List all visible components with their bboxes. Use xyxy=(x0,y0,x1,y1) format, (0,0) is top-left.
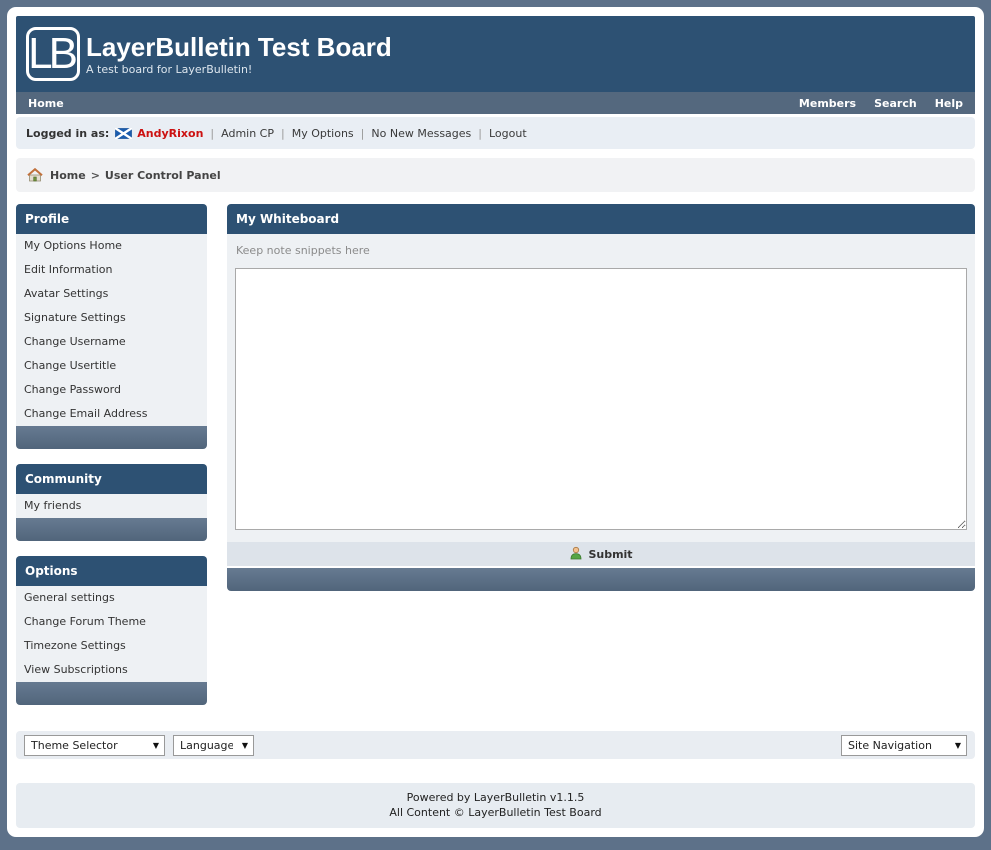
sidebar-item-my-options-home[interactable]: My Options Home xyxy=(16,234,207,258)
language-selector-wrap: Language ▼ xyxy=(173,735,254,756)
sidebar-item-change-usertitle[interactable]: Change Usertitle xyxy=(16,354,207,378)
home-icon xyxy=(27,168,43,182)
sidebar-item-change-password[interactable]: Change Password xyxy=(16,378,207,402)
language-dropdown[interactable]: Language xyxy=(174,736,253,755)
breadcrumb: Home > User Control Panel xyxy=(16,158,975,192)
section-footer-bar xyxy=(16,518,207,541)
site-navigation-wrap: Site Navigation ▼ xyxy=(841,735,967,756)
section-title-options: Options xyxy=(16,556,207,586)
sidebar-section-community: Community My friends xyxy=(16,464,207,541)
logout-link[interactable]: Logout xyxy=(489,127,527,140)
nav-right-group: Members Search Help xyxy=(799,97,963,110)
user-submit-icon xyxy=(569,546,583,563)
sidebar-item-change-username[interactable]: Change Username xyxy=(16,330,207,354)
site-navigation-dropdown[interactable]: Site Navigation xyxy=(842,736,966,755)
logged-in-label: Logged in as: xyxy=(26,127,109,140)
separator: | xyxy=(361,127,365,140)
site-footer: Powered by LayerBulletin v1.1.5 All Cont… xyxy=(16,783,975,828)
page-container: LB LayerBulletin Test Board A test board… xyxy=(7,7,984,837)
sidebar-item-my-friends[interactable]: My friends xyxy=(16,494,207,518)
site-title: LayerBulletin Test Board xyxy=(86,33,392,61)
section-footer-bar xyxy=(16,682,207,705)
messages-link[interactable]: No New Messages xyxy=(371,127,471,140)
separator: | xyxy=(478,127,482,140)
breadcrumb-separator: > xyxy=(91,169,100,182)
whiteboard-textarea[interactable] xyxy=(235,268,967,530)
site-header: LB LayerBulletin Test Board A test board… xyxy=(16,16,975,92)
sidebar-item-view-subscriptions[interactable]: View Subscriptions xyxy=(16,658,207,682)
section-body: General settings Change Forum Theme Time… xyxy=(16,586,207,682)
panel-footer-bar xyxy=(227,568,975,591)
sidebar-item-signature-settings[interactable]: Signature Settings xyxy=(16,306,207,330)
bottom-toolbar: Theme Selector ▼ Language ▼ Site Navigat… xyxy=(16,731,975,759)
admin-cp-link[interactable]: Admin CP xyxy=(221,127,274,140)
nav-members[interactable]: Members xyxy=(799,97,856,110)
sidebar-item-edit-information[interactable]: Edit Information xyxy=(16,258,207,282)
section-body: My friends xyxy=(16,494,207,518)
scotland-flag-icon xyxy=(115,128,132,139)
separator: | xyxy=(281,127,285,140)
sidebar-section-profile: Profile My Options Home Edit Information… xyxy=(16,204,207,449)
submit-button[interactable]: Submit xyxy=(227,542,975,566)
sidebar-item-change-email-address[interactable]: Change Email Address xyxy=(16,402,207,426)
content-columns: Profile My Options Home Edit Information… xyxy=(16,204,975,705)
breadcrumb-current: User Control Panel xyxy=(105,169,221,182)
main-navbar: Home Members Search Help xyxy=(16,92,975,114)
whiteboard-panel: My Whiteboard Keep note snippets here Su… xyxy=(227,204,975,591)
user-status-bar: Logged in as: AndyRixon | Admin CP | My … xyxy=(16,117,975,149)
section-footer-bar xyxy=(16,426,207,449)
username-link[interactable]: AndyRixon xyxy=(137,127,203,140)
section-body: My Options Home Edit Information Avatar … xyxy=(16,234,207,426)
my-options-link[interactable]: My Options xyxy=(292,127,354,140)
theme-selector-wrap: Theme Selector ▼ xyxy=(24,735,165,756)
sidebar: Profile My Options Home Edit Information… xyxy=(16,204,207,705)
footer-powered-by: Powered by LayerBulletin v1.1.5 xyxy=(16,790,975,805)
site-titles: LayerBulletin Test Board A test board fo… xyxy=(86,33,392,76)
section-title-community: Community xyxy=(16,464,207,494)
breadcrumb-home-link[interactable]: Home xyxy=(50,169,86,182)
sidebar-item-general-settings[interactable]: General settings xyxy=(16,586,207,610)
nav-home[interactable]: Home xyxy=(28,97,64,110)
separator: | xyxy=(210,127,214,140)
nav-help[interactable]: Help xyxy=(935,97,963,110)
sidebar-item-change-forum-theme[interactable]: Change Forum Theme xyxy=(16,610,207,634)
footer-copyright: All Content © LayerBulletin Test Board xyxy=(16,805,975,820)
section-title-profile: Profile xyxy=(16,204,207,234)
sidebar-item-avatar-settings[interactable]: Avatar Settings xyxy=(16,282,207,306)
theme-selector-dropdown[interactable]: Theme Selector xyxy=(25,736,164,755)
site-logo[interactable]: LB xyxy=(26,27,80,81)
whiteboard-body: Keep note snippets here xyxy=(227,234,975,542)
sidebar-item-timezone-settings[interactable]: Timezone Settings xyxy=(16,634,207,658)
whiteboard-title: My Whiteboard xyxy=(227,204,975,234)
sidebar-section-options: Options General settings Change Forum Th… xyxy=(16,556,207,705)
submit-label: Submit xyxy=(588,548,632,561)
whiteboard-hint: Keep note snippets here xyxy=(236,244,967,257)
nav-search[interactable]: Search xyxy=(874,97,917,110)
site-subtitle: A test board for LayerBulletin! xyxy=(86,63,392,76)
